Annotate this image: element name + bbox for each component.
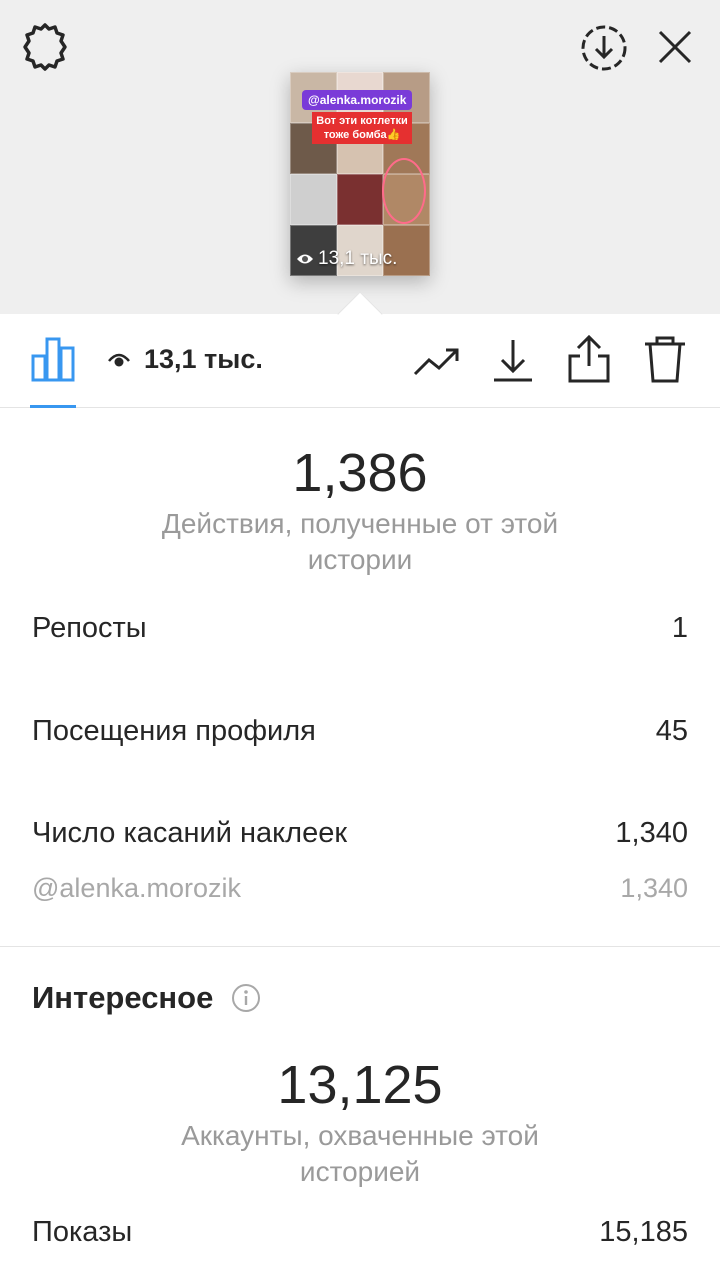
thumbnail-views-count: 13,1 тыс. <box>318 248 398 269</box>
mention-sticker: @alenka.morozik <box>302 90 413 110</box>
trending-icon[interactable] <box>412 338 462 382</box>
bar-chart-icon[interactable] <box>30 336 78 382</box>
interactions-total: 1,386 <box>292 443 428 503</box>
sticker-taps-label: Число касаний наклеек <box>32 817 348 849</box>
reach-label: Аккаунты, охваченные этой историей <box>181 1120 539 1187</box>
sticker-detail-row[interactable]: @alenka.morozik 1,340 <box>32 873 688 904</box>
sticker-taps-value: 1,340 <box>615 817 688 849</box>
reach-total: 13,125 <box>277 1055 443 1115</box>
profile-visits-label: Посещения профиля <box>32 715 316 747</box>
profile-visits-value: 45 <box>655 715 688 747</box>
trash-icon[interactable] <box>642 334 688 384</box>
download-circle-icon[interactable] <box>578 22 630 74</box>
active-tab-indicator <box>30 405 76 408</box>
discovery-title: Интересное <box>32 980 214 1015</box>
eye-icon <box>108 353 130 366</box>
sticker-mention-label: @alenka.morozik <box>32 873 241 903</box>
info-icon[interactable] <box>231 983 261 1013</box>
close-icon[interactable] <box>650 22 700 72</box>
reposts-label: Репосты <box>32 612 147 644</box>
sticker-mention-value: 1,340 <box>620 873 688 903</box>
download-icon[interactable] <box>490 336 536 384</box>
reposts-value: 1 <box>671 612 688 644</box>
views-summary: 13,1 тыс. <box>108 344 263 375</box>
highlight-circle <box>382 158 426 224</box>
list-item: Репосты 1 <box>32 612 688 645</box>
insights-toolbar: 13,1 тыс. <box>0 314 720 408</box>
story-caption: Вот эти котлетки тоже бомба👍 <box>312 112 412 144</box>
impressions-label: Показы <box>32 1216 133 1248</box>
gear-icon[interactable] <box>18 20 72 74</box>
story-thumbnail[interactable]: @alenka.morozik Вот эти котлетки тоже бо… <box>290 72 430 276</box>
thumbnail-views: 13,1 тыс. <box>296 248 397 270</box>
list-item: Число касаний наклеек 1,340 <box>32 817 688 850</box>
interactions-total-label: Действия, полученные от этой истории <box>161 508 559 575</box>
views-count: 13,1 тыс. <box>144 344 263 374</box>
list-item: Посещения профиля 45 <box>32 715 688 748</box>
eye-icon <box>297 254 313 264</box>
impressions-value: 15,185 <box>599 1216 688 1248</box>
discovery-heading: Интересное <box>32 980 261 1016</box>
share-icon[interactable] <box>566 334 612 384</box>
section-divider <box>0 946 720 947</box>
list-item: Показы 15,185 <box>32 1216 688 1249</box>
